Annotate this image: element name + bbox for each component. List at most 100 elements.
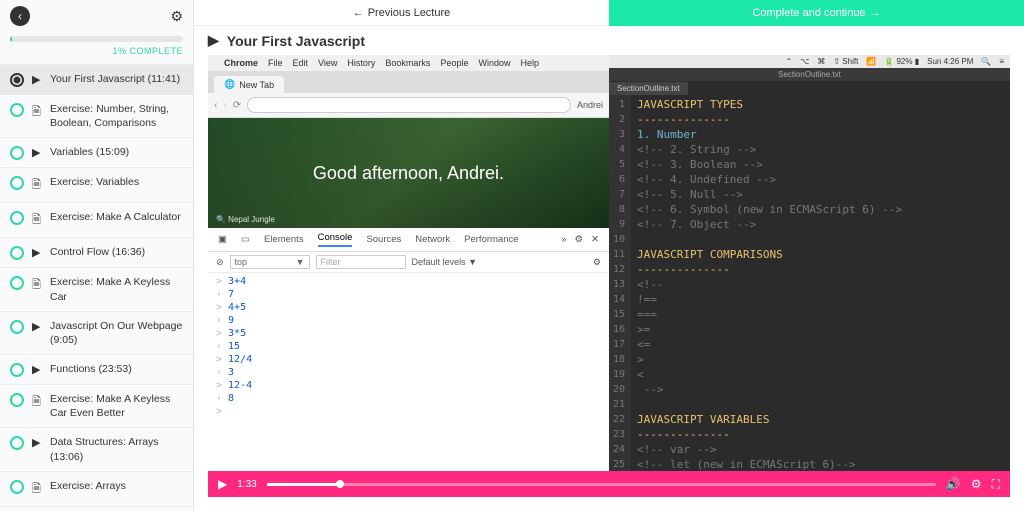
lesson-label: Functions (23:53) [50,362,132,376]
lesson-status-icon [10,246,24,260]
console-output[interactable]: >3+4‹7>4+5‹9>3*5‹15>12/4‹3>12-4‹8> [208,273,609,497]
browser-tab-label: New Tab [239,80,274,90]
lesson-item[interactable]: 🗎Exercise: Make A Calculator [0,202,193,237]
lesson-item[interactable]: 🗎 Exercise: Variables [0,167,193,202]
menu-item[interactable]: History [347,58,375,68]
menu-item[interactable]: Chrome [224,58,258,68]
devtools-more-icon[interactable]: » [561,234,566,245]
code-line: < [637,367,1004,382]
address-bar: ‹ › ⟳ Andrei [208,93,609,118]
reload-icon[interactable]: ⟳ [233,100,241,111]
document-icon: 🗎 [32,211,44,230]
settings-icon[interactable]: ⚙ [170,8,183,25]
line-gutter: 1234567891011121314151617181920212223242… [609,95,631,497]
complete-continue-button[interactable]: Complete and continue → [609,0,1024,26]
console-text: 15 [228,341,240,352]
lesson-status-icon [10,363,24,377]
lesson-item[interactable]: ▶Your First Javascript (11:41) [0,64,193,94]
devtools-tab[interactable]: Elements [264,234,304,245]
lesson-item[interactable]: 🗎Exercise: Make A Keyless Car [0,267,193,310]
volume-icon[interactable]: 🔊 [946,477,961,491]
status-item: ⌃ [785,57,792,66]
console-settings-icon[interactable]: ⚙ [593,257,601,268]
lesson-label: Exercise: Arrays [50,479,126,493]
nav-back-icon[interactable]: ‹ [214,100,217,111]
lesson-item[interactable]: ▶Data Structures: Objects (15:25) [0,506,193,511]
console-text: 7 [228,289,234,300]
video-icon: ▶ [32,436,44,449]
play-button[interactable]: ▶ [218,477,227,491]
log-levels[interactable]: Default levels ▼ [412,257,477,267]
lesson-list: ▶Your First Javascript (11:41)🗎Exercise:… [0,64,193,511]
devtools-tab[interactable]: Console [318,232,353,247]
menu-item[interactable]: File [268,58,283,68]
console-text: 3*5 [228,328,246,339]
console-text: 4+5 [228,302,246,313]
nav-forward-icon[interactable]: › [223,100,226,111]
editor-tab[interactable]: SectionOutline.txt [609,82,688,95]
lesson-item[interactable]: 🗎Exercise: Number, String, Boolean, Comp… [0,94,193,137]
menu-item[interactable]: View [318,58,337,68]
arrow-right-icon: → [870,7,881,19]
devtools-settings-icon[interactable]: ⚙ [575,234,584,245]
prompt-icon: > [216,354,222,365]
status-item: 🔋 92% ▮ [884,57,919,66]
address-input[interactable] [247,97,571,113]
fullscreen-icon[interactable]: ⛶ [992,477,1000,492]
devtools-tab[interactable]: Sources [366,234,401,245]
devtools-close-icon[interactable]: ✕ [591,234,599,245]
lecture-title: Your First Javascript [227,33,365,49]
menu-item[interactable]: People [440,58,468,68]
menu-item[interactable]: Bookmarks [385,58,430,68]
lesson-status-icon [10,73,24,87]
status-item: 🔍 [981,57,991,66]
browser-tab[interactable]: 🌐 New Tab [214,76,284,93]
menu-item[interactable]: Edit [293,58,309,68]
lesson-status-icon [10,436,24,450]
seek-knob[interactable] [336,480,344,488]
lesson-label: Exercise: Make A Keyless Car Even Better [50,392,183,420]
lesson-item[interactable]: 🗎Exercise: Make A Keyless Car Even Bette… [0,384,193,427]
player-settings-icon[interactable]: ⚙ [971,477,982,491]
lesson-item[interactable]: ▶Control Flow (16:36) [0,237,193,267]
seek-bar[interactable] [267,483,936,486]
context-selector[interactable]: top▼ [230,255,310,269]
code-body[interactable]: 1234567891011121314151617181920212223242… [609,95,1010,497]
lesson-item[interactable]: 🗎Exercise: Arrays [0,471,193,506]
lesson-label: Exercise: Number, String, Boolean, Compa… [50,102,183,130]
menu-item[interactable]: Window [478,58,510,68]
lesson-item[interactable]: ▶Variables (15:09) [0,137,193,167]
lesson-item[interactable]: ▶Javascript On Our Webpage (9:05) [0,311,193,354]
macos-status-bar: ⌃⌥⌘⇧ Shift📶🔋 92% ▮Sun 4:26 PM🔍≡ [609,55,1010,68]
video-icon: ▶ [32,146,44,159]
back-button[interactable]: ‹ [10,6,30,26]
code-line: <!-- 3. Boolean --> [637,157,1004,172]
lesson-item[interactable]: ▶Data Structures: Arrays (13:06) [0,427,193,470]
code-line: > [637,352,1004,367]
status-item: 📶 [866,57,876,66]
prompt-icon: > [216,302,222,313]
device-icon[interactable]: ▭ [241,234,250,245]
console-line: ‹15 [208,340,609,353]
devtools-tab[interactable]: Network [415,234,450,245]
console-line: >12-4 [208,379,609,392]
code-line: -------------- [637,427,1004,442]
console-text: 8 [228,393,234,404]
filter-input[interactable]: Filter [316,255,406,269]
video-icon: ▶ [32,246,44,259]
inspect-icon[interactable]: ▣ [218,234,227,245]
code-line: !== [637,292,1004,307]
console-text: 12/4 [228,354,252,365]
previous-lecture-button[interactable]: ← Previous Lecture [194,0,609,26]
menu-item[interactable]: Help [520,58,539,68]
document-icon: 🗎 [32,176,44,195]
lecture-title-row: ▶ Your First Javascript [194,26,1024,55]
progress-label: 1% COMPLETE [10,46,183,56]
devtools-tabs: ▣ ▭ Elements Console Sources Network Perform… [208,228,609,252]
lesson-label: Exercise: Variables [50,175,139,189]
devtools-tab[interactable]: Performance [464,234,518,245]
lesson-item[interactable]: ▶Functions (23:53) [0,354,193,384]
clear-console-icon[interactable]: ⊘ [216,257,224,268]
status-item: ≡ [999,57,1004,66]
console-line: ‹8 [208,392,609,405]
